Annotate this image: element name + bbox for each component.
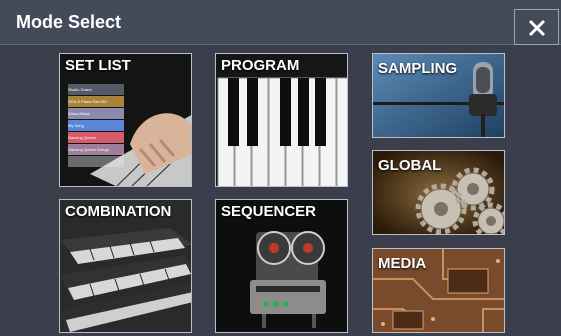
mode-label-sequencer: SEQUENCER xyxy=(221,203,317,220)
mode-tile-global[interactable]: GLOBAL xyxy=(372,150,505,235)
set-list-slot: My Song xyxy=(68,123,84,128)
mode-tile-sequencer[interactable]: SEQUENCER xyxy=(215,199,348,333)
set-list-slot: Studio Grand xyxy=(68,87,92,92)
set-list-slot: Africa Brass xyxy=(68,111,90,116)
mode-label-set-list: SET LIST xyxy=(65,57,131,74)
mode-label-combination: COMBINATION xyxy=(65,203,172,220)
mode-label-global: GLOBAL xyxy=(378,157,442,174)
mode-label-media: MEDIA xyxy=(378,255,427,272)
mode-tile-media[interactable]: MEDIA xyxy=(372,248,505,333)
close-button[interactable] xyxy=(514,9,559,45)
mode-label-program: PROGRAM xyxy=(221,57,300,74)
mode-tile-combination[interactable]: COMBINATION xyxy=(59,199,192,333)
set-list-slot: Dancing Queen Strings xyxy=(68,147,110,152)
set-list-slots: Studio Grand SGX-2 Piano Pad 001 Africa … xyxy=(68,84,124,156)
set-list-slot: Dancing Queen xyxy=(68,135,96,140)
mode-tile-program[interactable]: PROGRAM xyxy=(215,53,348,187)
mode-label-sampling: SAMPLING xyxy=(378,60,458,77)
mode-tile-sampling[interactable]: SAMPLING xyxy=(372,53,505,138)
close-icon xyxy=(528,19,546,37)
page-title: Mode Select xyxy=(16,12,122,32)
title-bar: Mode Select xyxy=(0,0,561,45)
set-list-slot: SGX-2 Piano Pad 001 xyxy=(68,99,108,104)
mode-tile-set-list[interactable]: SET LIST Studio Grand SGX-2 Piano Pad 00… xyxy=(59,53,192,187)
